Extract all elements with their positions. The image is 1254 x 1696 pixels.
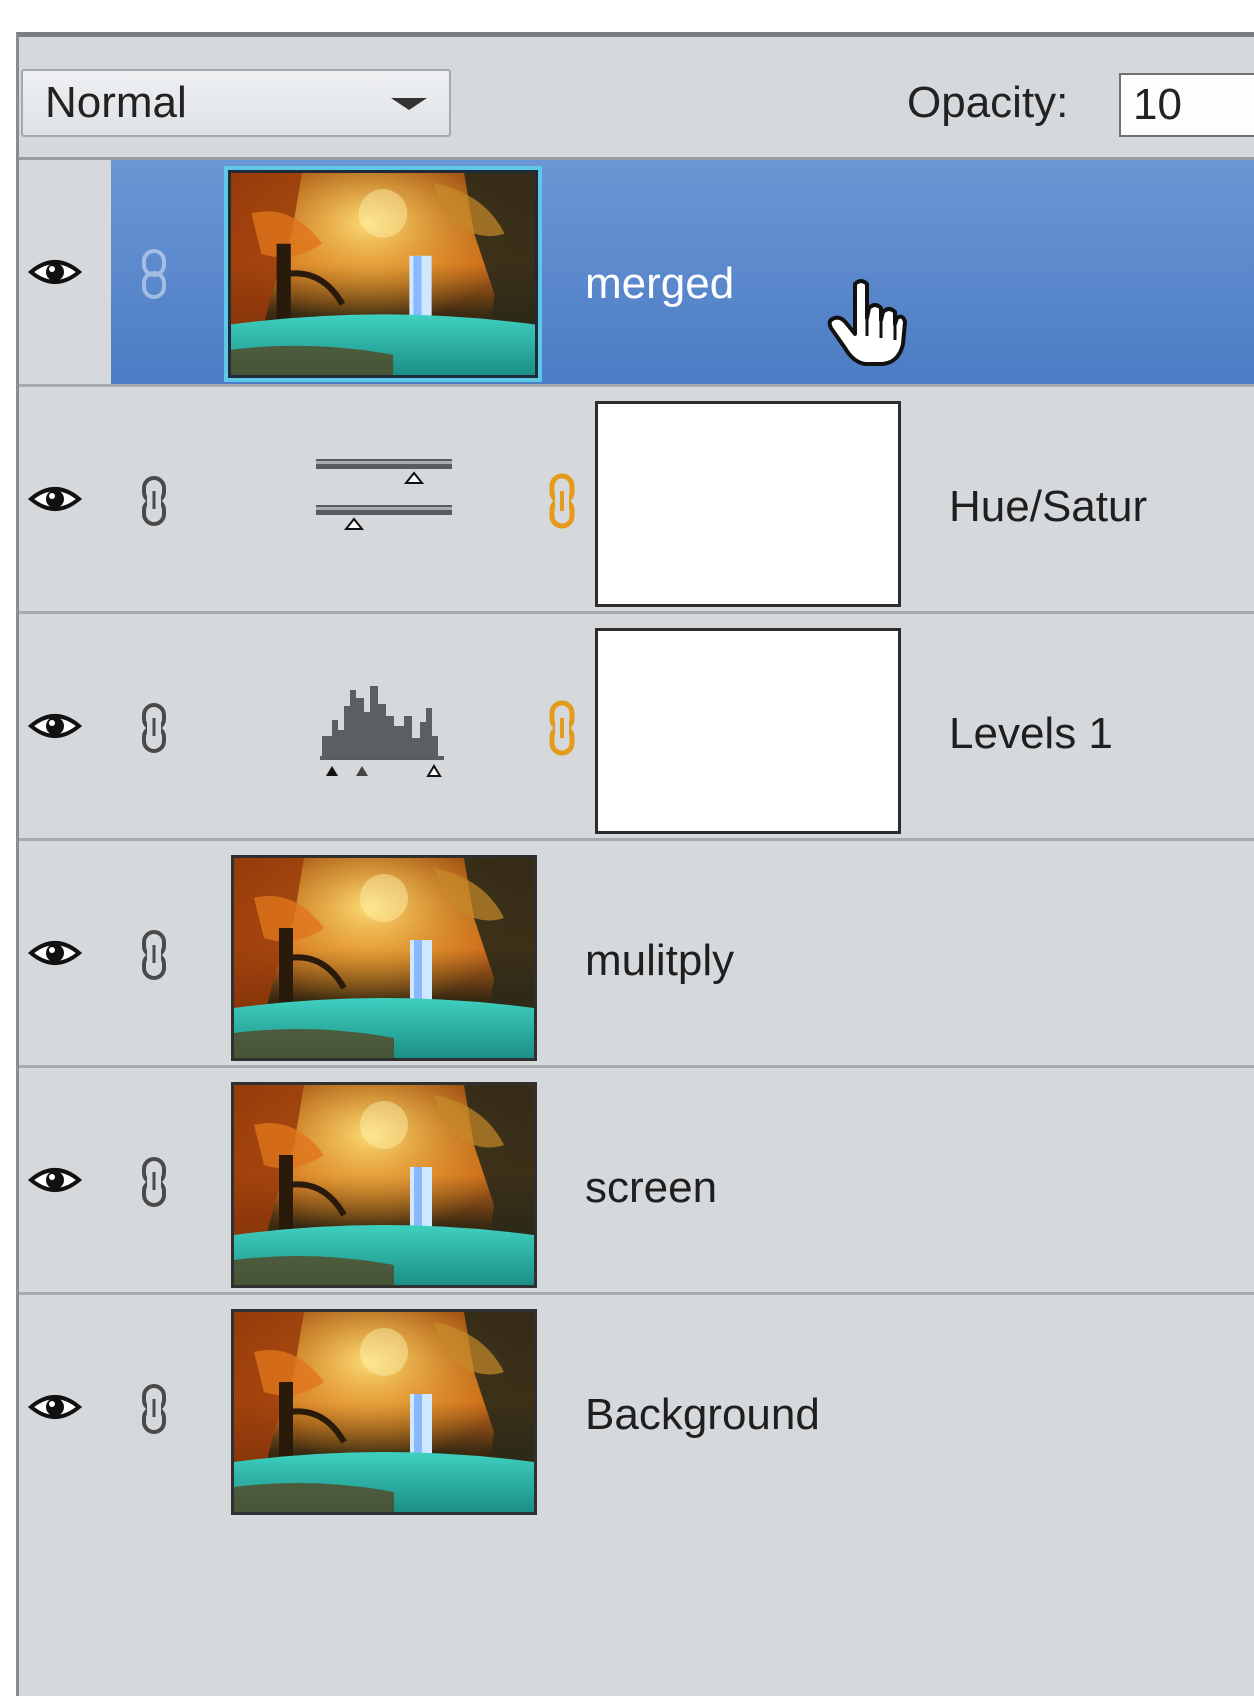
opacity-value: 10 (1133, 80, 1182, 129)
layer-mask-thumbnail[interactable] (595, 628, 901, 834)
eye-icon[interactable] (27, 479, 83, 519)
layer-row-levels[interactable]: Levels 1 (19, 614, 1254, 841)
layer-name[interactable]: Hue/Satur (949, 483, 1147, 531)
eye-icon[interactable] (27, 706, 83, 746)
hue-saturation-icon (316, 459, 452, 530)
layer-row-merged[interactable]: merged (19, 160, 1254, 387)
mask-link-icon[interactable] (547, 473, 577, 529)
layer-row-mulitply[interactable]: mulitply (19, 841, 1254, 1068)
link-icon[interactable] (139, 248, 169, 300)
link-icon[interactable] (139, 702, 169, 754)
link-icon[interactable] (139, 1156, 169, 1208)
layer-row-screen[interactable]: screen (19, 1068, 1254, 1295)
chevron-down-icon (391, 98, 427, 110)
opacity-input[interactable]: 10 (1119, 73, 1254, 137)
link-icon[interactable] (139, 929, 169, 981)
layer-mask-thumbnail[interactable] (595, 401, 901, 607)
layer-thumbnail[interactable] (231, 1309, 537, 1515)
layer-name[interactable]: Levels 1 (949, 710, 1113, 758)
layer-thumbnail[interactable] (224, 166, 542, 382)
mask-link-icon[interactable] (547, 700, 577, 756)
layers-panel: Normal Opacity: 10 merged Hue/Satur Leve… (16, 32, 1254, 1696)
levels-histogram-icon (320, 686, 444, 777)
layer-row-background[interactable]: Background (19, 1295, 1254, 1522)
eye-icon[interactable] (27, 1387, 83, 1427)
layer-name[interactable]: merged (585, 260, 734, 308)
opacity-label: Opacity: (907, 78, 1069, 127)
link-icon[interactable] (139, 475, 169, 527)
link-icon[interactable] (139, 1383, 169, 1435)
blend-mode-dropdown[interactable]: Normal (21, 69, 451, 137)
layer-name[interactable]: Background (585, 1391, 820, 1439)
layer-name[interactable]: screen (585, 1164, 717, 1212)
eye-icon[interactable] (27, 933, 83, 973)
layers-list: merged Hue/Satur Levels 1 mulitply scree… (19, 160, 1254, 1522)
eye-icon[interactable] (27, 1160, 83, 1200)
layer-row-hue-saturation[interactable]: Hue/Satur (19, 387, 1254, 614)
layer-name[interactable]: mulitply (585, 937, 734, 985)
eye-icon[interactable] (27, 252, 83, 292)
layer-thumbnail[interactable] (231, 855, 537, 1061)
hand-cursor-icon (827, 279, 907, 366)
blend-mode-value: Normal (45, 78, 187, 127)
layers-toolbar: Normal Opacity: 10 (19, 37, 1254, 160)
layer-thumbnail[interactable] (231, 1082, 537, 1288)
